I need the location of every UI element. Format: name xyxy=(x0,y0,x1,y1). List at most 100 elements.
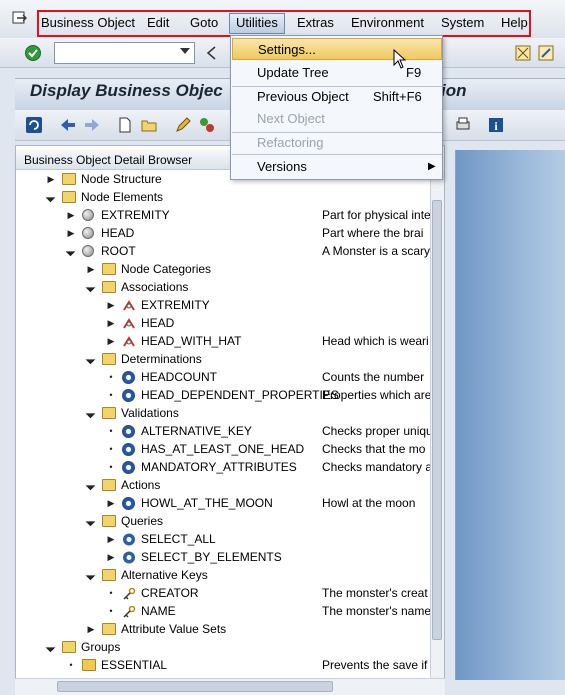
tree-node-label: HEAD xyxy=(101,226,135,240)
new-document-icon[interactable] xyxy=(116,116,134,134)
collapse-arrow-icon[interactable]: ◢ xyxy=(81,511,101,531)
right-pane xyxy=(455,150,565,680)
bullet-icon: • xyxy=(109,606,113,616)
check-object-icon[interactable] xyxy=(198,116,216,134)
layout-icon[interactable] xyxy=(514,44,532,62)
tree-node-label: HEADCOUNT xyxy=(141,370,218,384)
utilities-dropdown-menu: Settings... Update Tree F9 Previous Objec… xyxy=(230,35,443,180)
bullet-icon: • xyxy=(109,426,113,436)
bullet-icon: • xyxy=(69,660,73,670)
collapse-arrow-icon[interactable]: ◢ xyxy=(81,349,101,369)
expand-arrow-icon[interactable]: ▶ xyxy=(66,224,76,242)
expand-arrow-icon[interactable]: ▶ xyxy=(106,530,116,548)
menu-environment[interactable]: Environment xyxy=(351,15,424,30)
edit-pencil-icon[interactable] xyxy=(174,116,192,134)
folder-icon xyxy=(62,173,76,185)
vertical-scroll-thumb[interactable] xyxy=(432,200,442,640)
group-icon xyxy=(82,659,96,671)
tree-node[interactable]: ◢ Alternative Keys xyxy=(0,566,430,584)
tree-node-description: Part where the brai xyxy=(322,226,424,240)
expand-arrow-icon[interactable]: ▶ xyxy=(86,260,96,278)
tree-node-label: ESSENTIAL xyxy=(101,658,168,672)
node-icon xyxy=(82,209,94,221)
collapse-arrow-icon[interactable]: ◢ xyxy=(61,241,81,261)
bullet-icon: • xyxy=(109,372,113,382)
query-icon xyxy=(122,533,136,546)
tree-node[interactable]: ▶ Node Categories xyxy=(0,260,430,278)
menu-item-versions[interactable]: Versions ▶ xyxy=(232,156,442,178)
chevron-down-icon[interactable] xyxy=(180,48,190,54)
menu-utilities[interactable]: Utilities xyxy=(229,13,285,34)
menu-separator xyxy=(232,154,442,155)
tree-node[interactable]: ▶ Attribute Value Sets xyxy=(0,620,430,638)
expand-arrow-icon[interactable]: ▶ xyxy=(106,332,116,350)
tree-node[interactable]: ▶ EXTREMITY xyxy=(0,296,430,314)
collapse-arrow-icon[interactable]: ◢ xyxy=(41,637,61,657)
tree-node-label: NAME xyxy=(141,604,176,618)
tree-node-label: EXTREMITY xyxy=(101,208,170,222)
expand-arrow-icon[interactable]: ▶ xyxy=(106,296,116,314)
expand-arrow-icon[interactable]: ▶ xyxy=(106,548,116,566)
folder-icon xyxy=(102,281,116,293)
menu-edit[interactable]: Edit xyxy=(147,15,169,30)
tree-node[interactable]: ◢ Actions xyxy=(0,476,430,494)
open-folder-icon[interactable] xyxy=(140,116,158,134)
query-icon xyxy=(122,551,136,564)
command-field[interactable] xyxy=(54,42,195,64)
tree-node[interactable]: ◢ Queries xyxy=(0,512,430,530)
back-icon[interactable] xyxy=(203,44,221,62)
collapse-arrow-icon[interactable]: ◢ xyxy=(81,403,101,423)
collapse-arrow-icon[interactable]: ◢ xyxy=(81,475,101,495)
print-icon[interactable] xyxy=(454,116,472,134)
horizontal-scroll-thumb[interactable] xyxy=(57,681,333,692)
collapse-arrow-icon[interactable]: ◢ xyxy=(81,565,101,585)
arrow-right-icon[interactable] xyxy=(83,116,101,134)
info-icon[interactable]: i xyxy=(487,116,505,134)
tree-node[interactable]: ◢ Validations xyxy=(0,404,430,422)
tree-node-label: ALTERNATIVE_KEY xyxy=(141,424,252,438)
menu-goto[interactable]: Goto xyxy=(190,15,218,30)
tree-node-description: Checks mandatory a xyxy=(322,460,430,474)
tree-node-description: The monster's name xyxy=(322,604,430,618)
menu-item-previous-object[interactable]: Previous Object Shift+F6 xyxy=(232,86,442,108)
folder-icon xyxy=(102,569,116,581)
menu-help[interactable]: Help xyxy=(501,15,528,30)
menu-icon[interactable] xyxy=(12,11,28,25)
tree-node[interactable]: ◢ Associations xyxy=(0,278,430,296)
tree-node-label: Determinations xyxy=(121,352,202,366)
collapse-arrow-icon[interactable]: ◢ xyxy=(81,277,101,297)
expand-arrow-icon[interactable]: ▶ xyxy=(66,206,76,224)
association-icon xyxy=(122,335,136,347)
tree-node-label: CREATOR xyxy=(141,586,199,600)
tree-node[interactable]: ◢ Groups xyxy=(0,638,430,656)
tree-node-label: HOWL_AT_THE_MOON xyxy=(141,496,273,510)
tree-node-description: A Monster is a scary xyxy=(322,244,430,258)
node-icon xyxy=(82,227,94,239)
menu-business-object[interactable]: Business Object xyxy=(41,15,135,30)
tree-node-label: Validations xyxy=(121,406,179,420)
association-icon xyxy=(122,299,136,311)
menu-item-settings[interactable]: Settings... xyxy=(232,38,442,60)
help-icon[interactable] xyxy=(537,44,555,62)
arrow-left-icon[interactable] xyxy=(59,116,77,134)
expand-arrow-icon[interactable]: ▶ xyxy=(86,620,96,638)
tree-node[interactable]: ▶ SELECT_ALL xyxy=(0,530,430,548)
menu-extras[interactable]: Extras xyxy=(297,15,334,30)
folder-icon xyxy=(102,479,116,491)
tree-node[interactable]: ▶ SELECT_BY_ELEMENTS xyxy=(0,548,430,566)
menu-system[interactable]: System xyxy=(441,15,484,30)
tree-node-description: Head which is weari xyxy=(322,334,429,348)
enter-icon[interactable] xyxy=(24,44,42,62)
expand-arrow-icon[interactable]: ▶ xyxy=(106,314,116,332)
tree-node[interactable]: ◢ Determinations xyxy=(0,350,430,368)
expand-arrow-icon[interactable]: ▶ xyxy=(46,170,56,188)
tree-panel-title: Business Object Detail Browser xyxy=(24,153,193,167)
tree-node[interactable]: ▶ HEAD xyxy=(0,314,430,332)
refresh-icon[interactable] xyxy=(25,116,43,134)
pane-splitter[interactable] xyxy=(446,145,454,695)
tree-node[interactable]: ◢ Node Elements xyxy=(0,188,430,206)
expand-arrow-icon[interactable]: ▶ xyxy=(106,494,116,512)
folder-icon xyxy=(102,407,116,419)
menu-item-update-tree[interactable]: Update Tree F9 xyxy=(232,62,442,84)
collapse-arrow-icon[interactable]: ◢ xyxy=(41,187,61,207)
